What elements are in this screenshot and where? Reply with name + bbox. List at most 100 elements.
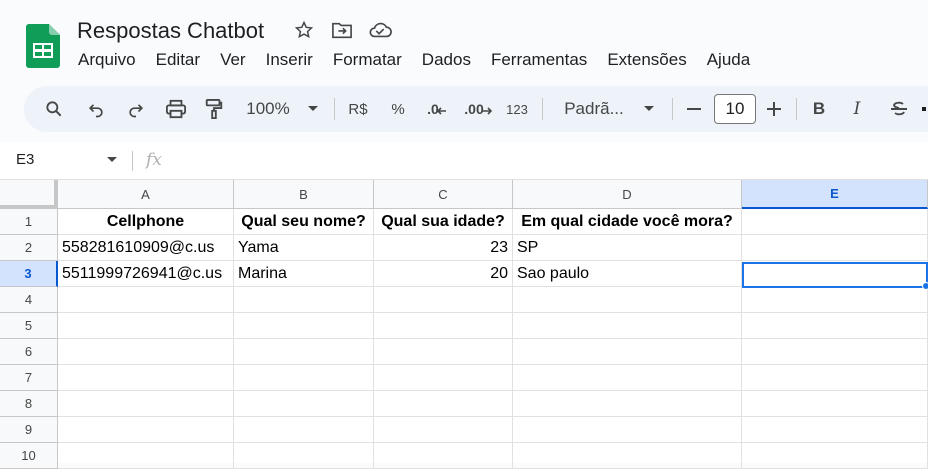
cell-d1[interactable]: Em qual cidade você mora? [513,209,742,235]
menu-ferramentas[interactable]: Ferramentas [481,48,597,72]
row-header-6[interactable]: 6 [0,339,58,365]
cell-c2[interactable]: 23 [374,235,513,261]
cell-d9[interactable] [513,417,742,443]
cell-d4[interactable] [513,287,742,313]
select-all-corner[interactable] [0,180,58,209]
active-cell-selection[interactable] [742,262,928,288]
cell-a6[interactable] [58,339,234,365]
cloud-saved-icon[interactable] [368,18,392,42]
cell-a5[interactable] [58,313,234,339]
more-toolbar-icon[interactable] [920,86,928,132]
cell-b7[interactable] [234,365,374,391]
row-header-9[interactable]: 9 [0,417,58,443]
more-formats-button[interactable]: 123 [502,86,532,132]
cell-a9[interactable] [58,417,234,443]
decrease-decimal-button[interactable]: .0 [422,86,452,132]
font-size-input[interactable]: 10 [714,94,756,124]
menu-editar[interactable]: Editar [146,48,210,72]
cell-e5[interactable] [742,313,928,339]
cell-d3[interactable]: Sao paulo [513,261,742,287]
row-header-7[interactable]: 7 [0,365,58,391]
cell-c1[interactable]: Qual sua idade? [374,209,513,235]
cell-b9[interactable] [234,417,374,443]
row-header-4[interactable]: 4 [0,287,58,313]
fill-handle[interactable] [922,282,928,290]
search-menus-icon[interactable] [38,86,70,132]
row-header-3[interactable]: 3 [0,261,58,287]
menu-arquivo[interactable]: Arquivo [68,48,146,72]
cell-c5[interactable] [374,313,513,339]
cell-a10[interactable] [58,443,234,469]
column-header-b[interactable]: B [234,180,374,209]
column-header-a[interactable]: A [58,180,234,209]
cell-e9[interactable] [742,417,928,443]
star-icon[interactable] [292,18,316,42]
row-header-2[interactable]: 2 [0,235,58,261]
cell-d7[interactable] [513,365,742,391]
sheets-logo-icon[interactable] [26,24,60,68]
cell-c10[interactable] [374,443,513,469]
cell-a1[interactable]: Cellphone [58,209,234,235]
row-header-10[interactable]: 10 [0,443,58,469]
paint-format-icon[interactable] [198,86,230,132]
cell-a3[interactable]: 5511999726941@c.us [58,261,234,287]
bold-button[interactable]: B [804,86,834,132]
undo-icon[interactable] [80,86,112,132]
cell-e8[interactable] [742,391,928,417]
cell-e10[interactable] [742,443,928,469]
move-folder-icon[interactable] [330,18,354,42]
cell-d10[interactable] [513,443,742,469]
print-icon[interactable] [160,86,192,132]
font-family-select[interactable]: Padrã... [554,86,634,132]
cell-c8[interactable] [374,391,513,417]
font-chevron-down-icon[interactable] [638,86,660,132]
cell-b2[interactable]: Yama [234,235,374,261]
cell-a8[interactable] [58,391,234,417]
cell-c4[interactable] [374,287,513,313]
percent-format-button[interactable]: % [384,86,412,132]
column-header-e[interactable]: E [742,180,928,209]
cell-e7[interactable] [742,365,928,391]
name-box[interactable]: E3 [16,151,34,168]
cell-b6[interactable] [234,339,374,365]
increase-decimal-button[interactable]: .00 [460,86,496,132]
cell-b3[interactable]: Marina [234,261,374,287]
cell-e6[interactable] [742,339,928,365]
cell-d6[interactable] [513,339,742,365]
decrease-font-size-icon[interactable] [682,86,706,132]
row-header-1[interactable]: 1 [0,209,58,235]
menu-ver[interactable]: Ver [210,48,256,72]
menu-extensoes[interactable]: Extensões [597,48,696,72]
cell-a2[interactable]: 558281610909@c.us [58,235,234,261]
strikethrough-icon[interactable] [884,86,914,132]
row-header-5[interactable]: 5 [0,313,58,339]
cell-b5[interactable] [234,313,374,339]
column-header-d[interactable]: D [513,180,742,209]
menu-dados[interactable]: Dados [412,48,481,72]
cell-d2[interactable]: SP [513,235,742,261]
document-title[interactable]: Respostas Chatbot [77,18,264,44]
name-box-chevron-icon[interactable] [106,156,118,164]
menu-ajuda[interactable]: Ajuda [697,48,760,72]
menu-formatar[interactable]: Formatar [323,48,412,72]
cell-c9[interactable] [374,417,513,443]
cell-b4[interactable] [234,287,374,313]
cell-a7[interactable] [58,365,234,391]
cell-c6[interactable] [374,339,513,365]
increase-font-size-icon[interactable] [762,86,786,132]
column-header-c[interactable]: C [374,180,513,209]
redo-icon[interactable] [120,86,152,132]
cell-e2[interactable] [742,235,928,261]
cell-c3[interactable]: 20 [374,261,513,287]
italic-button[interactable]: I [842,86,872,132]
cell-a4[interactable] [58,287,234,313]
zoom-select[interactable]: 100% [240,86,296,132]
cell-e1[interactable] [742,209,928,235]
cell-d5[interactable] [513,313,742,339]
menu-inserir[interactable]: Inserir [256,48,323,72]
cell-c7[interactable] [374,365,513,391]
chevron-down-icon[interactable] [302,86,324,132]
cell-b8[interactable] [234,391,374,417]
cell-e4[interactable] [742,287,928,313]
cell-d8[interactable] [513,391,742,417]
